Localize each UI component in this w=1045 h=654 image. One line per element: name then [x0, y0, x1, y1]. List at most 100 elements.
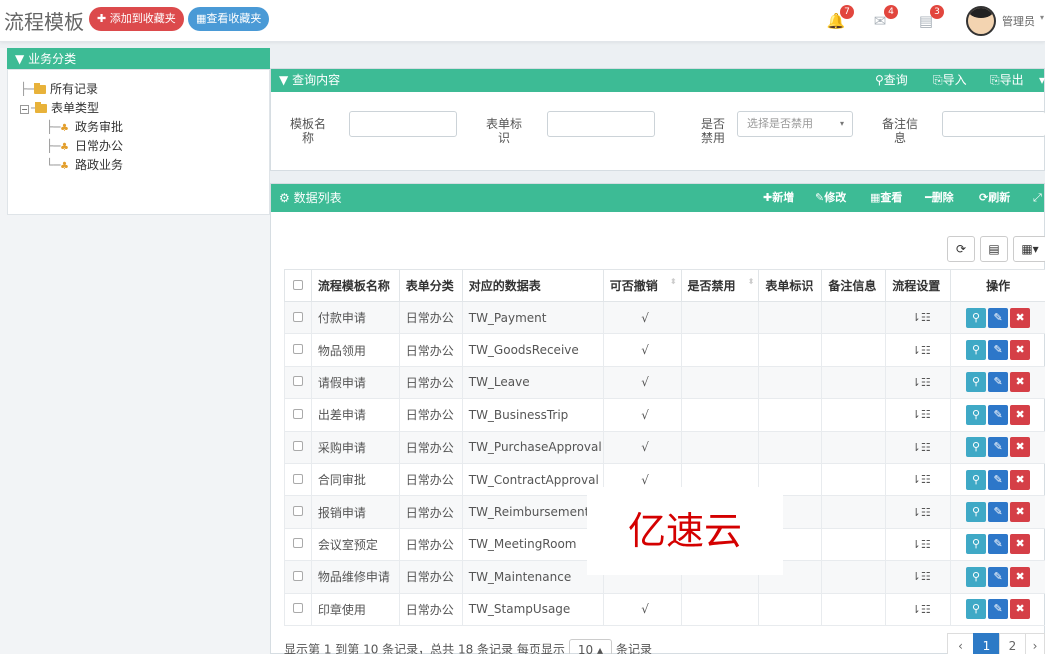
avatar[interactable]: [966, 6, 996, 36]
view-row-button[interactable]: ⚲: [966, 469, 987, 490]
flow-setting-icon[interactable]: ⇂☷: [885, 560, 952, 594]
refresh-button[interactable]: ⟳刷新: [979, 184, 1010, 212]
delete-row-button[interactable]: ✖: [1010, 599, 1031, 620]
collapse-icon[interactable]: −: [20, 105, 29, 114]
row-checkbox[interactable]: [292, 506, 303, 517]
delete-row-button[interactable]: ✖: [1010, 404, 1031, 425]
table-row[interactable]: 物品领用 日常办公 TW_GoodsReceive √ ⇂☷ ⚲ ✎ ✖: [284, 333, 1045, 367]
edit-button[interactable]: ✎修改: [815, 184, 846, 212]
chevron-down-icon[interactable]: ▾: [1040, 13, 1044, 22]
view-row-button[interactable]: ⚲: [966, 404, 987, 425]
col-category[interactable]: 表单分类: [398, 269, 463, 302]
delete-button[interactable]: ━删除: [925, 184, 954, 212]
import-button[interactable]: ⎘导入: [933, 69, 967, 92]
edit-row-button[interactable]: ✎: [988, 502, 1009, 523]
form-id-input[interactable]: [547, 111, 655, 137]
edit-row-button[interactable]: ✎: [988, 599, 1009, 620]
tree-node-daily[interactable]: ├─♣ 日常办公: [20, 137, 269, 156]
delete-row-button[interactable]: ✖: [1010, 534, 1031, 555]
edit-row-button[interactable]: ✎: [988, 372, 1009, 393]
disabled-select[interactable]: 选择是否禁用 ▾: [737, 111, 853, 137]
view-button[interactable]: ▦查看: [870, 184, 902, 212]
table-row[interactable]: 请假申请 日常办公 TW_Leave √ ⇂☷ ⚲ ✎ ✖: [284, 365, 1045, 400]
page-2-button[interactable]: 2: [999, 633, 1026, 654]
view-row-button[interactable]: ⚲: [966, 534, 987, 555]
edit-row-button[interactable]: ✎: [988, 307, 1009, 328]
template-name-input[interactable]: [349, 111, 457, 137]
bell-icon[interactable]: 🔔 7: [826, 5, 854, 30]
edit-row-button[interactable]: ✎: [988, 437, 1009, 458]
row-checkbox[interactable]: [292, 603, 303, 614]
row-checkbox[interactable]: [292, 570, 303, 581]
search-button[interactable]: ⚲查询: [875, 69, 908, 92]
delete-row-button[interactable]: ✖: [1010, 502, 1031, 523]
export-button[interactable]: ⎘导出: [990, 69, 1024, 92]
view-row-button[interactable]: ⚲: [966, 372, 987, 393]
flow-setting-icon[interactable]: ⇂☷: [885, 462, 952, 497]
task-icon[interactable]: ▤ 3: [916, 5, 944, 30]
edit-row-button[interactable]: ✎: [988, 469, 1009, 490]
expand-icon[interactable]: ⤢: [1033, 184, 1042, 212]
tree-node-road[interactable]: └─♣ 路政业务: [20, 156, 269, 175]
remark-input[interactable]: [942, 111, 1045, 137]
row-checkbox[interactable]: [292, 311, 303, 322]
page-size-select[interactable]: 10 ▴: [568, 639, 613, 654]
table-row[interactable]: 出差申请 日常办公 TW_BusinessTrip √ ⇂☷ ⚲ ✎ ✖: [284, 398, 1045, 432]
col-data-table[interactable]: 对应的数据表: [461, 269, 604, 302]
table-toggle-button[interactable]: ▤: [980, 236, 1008, 262]
view-row-button[interactable]: ⚲: [966, 307, 987, 328]
delete-row-button[interactable]: ✖: [1010, 437, 1031, 458]
flow-setting-icon[interactable]: ⇂☷: [885, 398, 952, 432]
view-favorite-button[interactable]: ▦查看收藏夹: [188, 7, 270, 31]
flow-setting-icon[interactable]: ⇂☷: [885, 527, 952, 562]
table-refresh-button[interactable]: ⟳: [947, 236, 975, 262]
row-checkbox[interactable]: [292, 538, 303, 549]
table-row[interactable]: 付款申请 日常办公 TW_Payment √ ⇂☷ ⚲ ✎ ✖: [284, 300, 1045, 335]
col-flow-setting[interactable]: 流程设置: [885, 269, 952, 302]
row-checkbox[interactable]: [292, 376, 303, 387]
view-row-button[interactable]: ⚲: [966, 437, 987, 458]
view-row-button[interactable]: ⚲: [966, 566, 987, 587]
edit-row-button[interactable]: ✎: [988, 404, 1009, 425]
col-form-id[interactable]: 表单标识: [758, 269, 823, 302]
flow-setting-icon[interactable]: ⇂☷: [885, 300, 952, 335]
col-disabled[interactable]: 是否禁用 ⬍: [680, 269, 760, 302]
user-name[interactable]: 管理员: [1002, 13, 1035, 29]
add-button[interactable]: ✚新增: [763, 184, 794, 212]
add-favorite-button[interactable]: ✚ 添加到收藏夹: [89, 7, 184, 31]
delete-row-button[interactable]: ✖: [1010, 469, 1031, 490]
row-checkbox[interactable]: [292, 344, 303, 355]
row-checkbox[interactable]: [292, 408, 303, 419]
col-remark[interactable]: 备注信息: [821, 269, 887, 302]
view-row-button[interactable]: ⚲: [966, 599, 987, 620]
prev-page-button[interactable]: ‹: [947, 633, 974, 654]
edit-row-button[interactable]: ✎: [988, 534, 1009, 555]
row-checkbox[interactable]: [292, 473, 303, 484]
tree-node-form-type[interactable]: −─表单类型: [20, 99, 269, 118]
view-row-button[interactable]: ⚲: [966, 502, 987, 523]
delete-row-button[interactable]: ✖: [1010, 307, 1031, 328]
flow-setting-icon[interactable]: ⇂☷: [885, 430, 952, 464]
col-revocable[interactable]: 可否撤销 ⬍: [602, 269, 682, 302]
flow-setting-icon[interactable]: ⇂☷: [885, 365, 952, 400]
column-select-button[interactable]: ▦▾: [1013, 236, 1045, 262]
row-checkbox[interactable]: [292, 441, 303, 452]
flow-setting-icon[interactable]: ⇂☷: [885, 333, 952, 367]
chevron-down-icon[interactable]: ▾: [1039, 69, 1045, 92]
flow-setting-icon[interactable]: ⇂☷: [885, 592, 952, 626]
edit-row-button[interactable]: ✎: [988, 340, 1009, 361]
delete-row-button[interactable]: ✖: [1010, 566, 1031, 587]
delete-row-button[interactable]: ✖: [1010, 372, 1031, 393]
flow-setting-icon[interactable]: ⇂☷: [885, 495, 952, 529]
edit-row-button[interactable]: ✎: [988, 566, 1009, 587]
col-template-name[interactable]: 流程模板名称: [310, 269, 400, 302]
tree-node-government[interactable]: ├─♣ 政务审批: [20, 118, 269, 137]
view-row-button[interactable]: ⚲: [966, 340, 987, 361]
select-all-checkbox[interactable]: [292, 279, 303, 290]
page-1-button[interactable]: 1: [973, 633, 1000, 654]
next-page-button[interactable]: ›: [1025, 633, 1045, 654]
delete-row-button[interactable]: ✖: [1010, 340, 1031, 361]
table-row[interactable]: 采购申请 日常办公 TW_PurchaseApproval √ ⇂☷ ⚲ ✎ ✖: [284, 430, 1045, 464]
envelope-icon[interactable]: ✉ 4: [870, 5, 898, 30]
tree-node-all[interactable]: ├─ 所有记录: [20, 80, 269, 99]
